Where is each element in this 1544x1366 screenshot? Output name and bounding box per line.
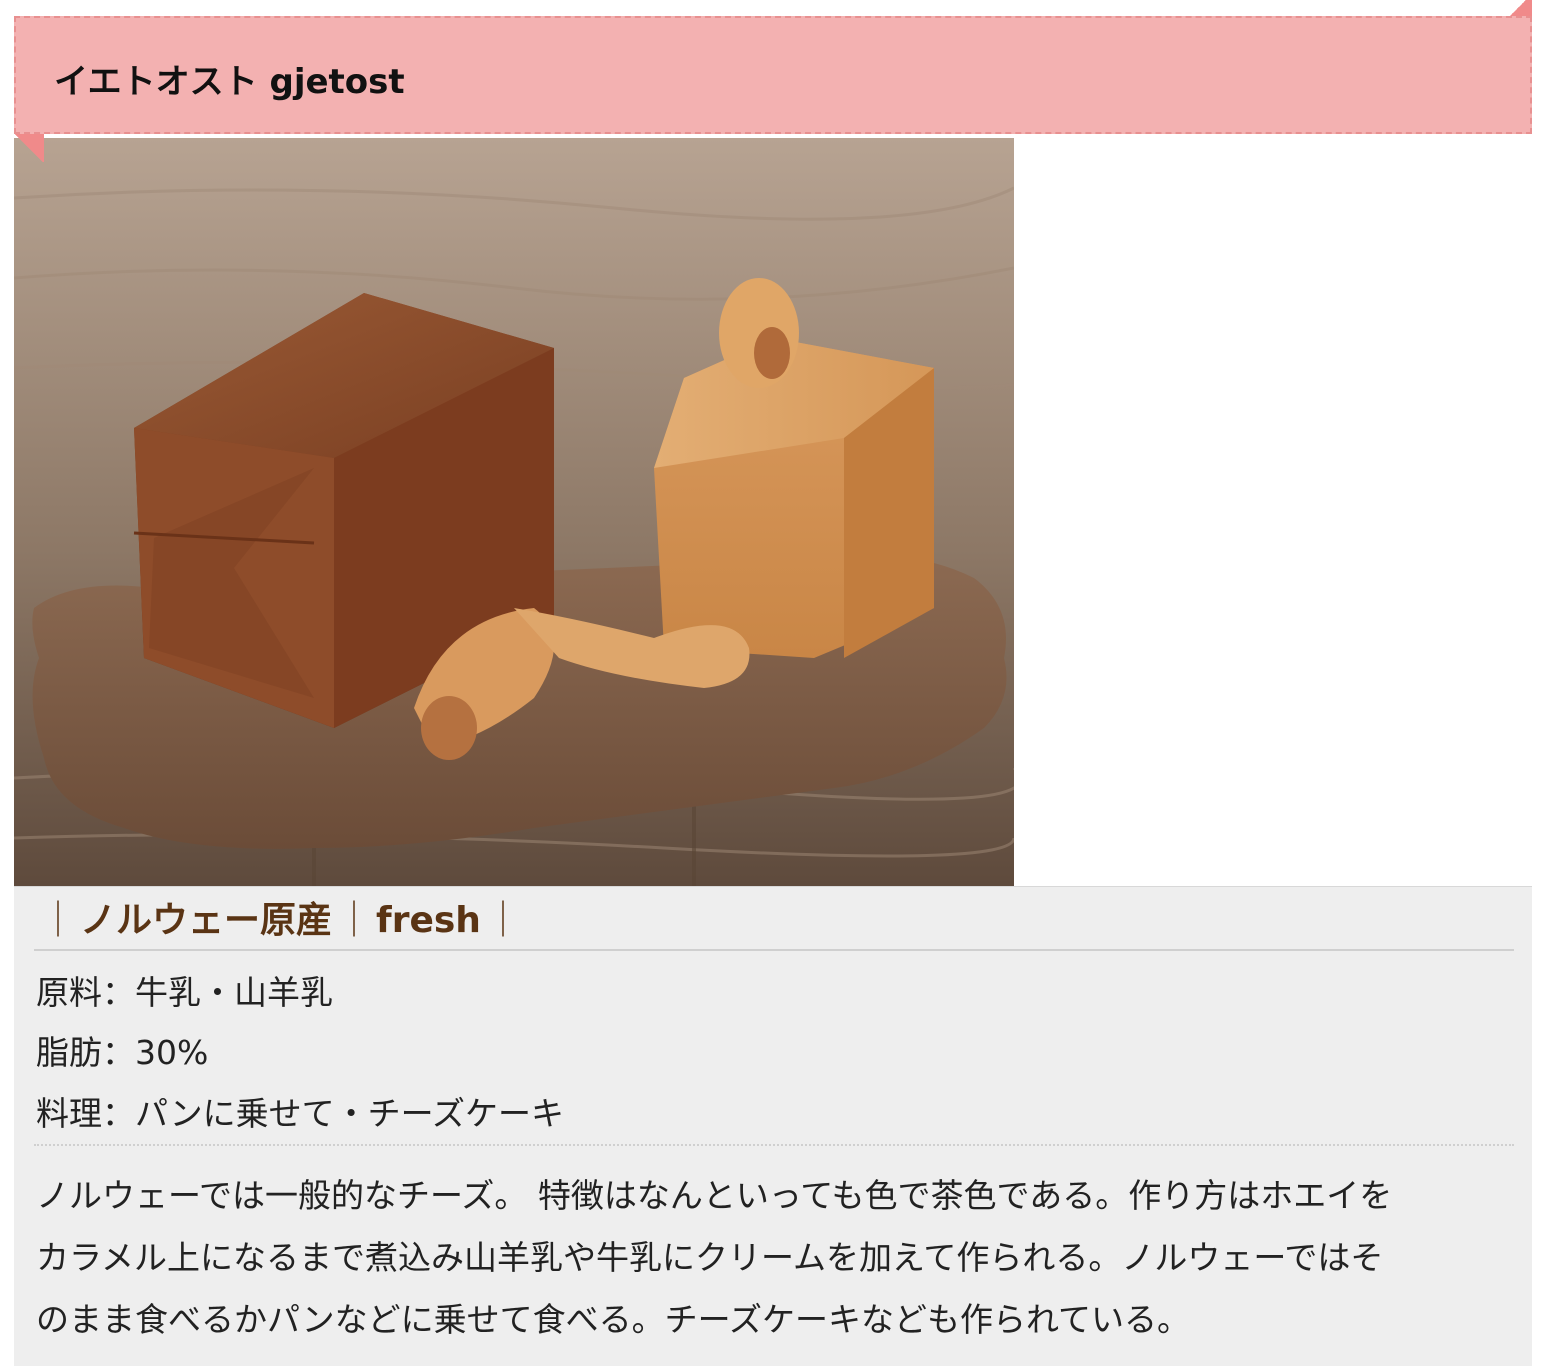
cheese-origin: ノルウェー原産	[80, 900, 333, 941]
cheese-tagline: ｜ノルウェー原産｜ fresh ｜	[36, 897, 525, 947]
spec-ingredients: 原料：牛乳・山羊乳	[36, 973, 333, 1012]
title-ribbon: イエトオスト gjetost	[14, 16, 1532, 134]
divider-dotted	[34, 1144, 1514, 1146]
cheese-photo-illustration	[14, 138, 1014, 886]
cheese-card: イエトオスト gjetost ｜ ノルウェー原産 ｜ fresh ｜ 原料：牛乳…	[0, 0, 1544, 1366]
cheese-description: ノルウェーでは一般的なチーズ。 特徴はなんといっても色で茶色である。作り方はホエ…	[36, 1165, 1516, 1351]
spec-fat: 脂肪：30%	[36, 1033, 209, 1072]
cheese-type: fresh	[376, 900, 481, 941]
cheese-photo	[14, 138, 1014, 886]
tagline-separator: ｜	[40, 900, 77, 941]
ribbon-fold-bottom-left	[14, 134, 44, 162]
description-line: のまま食べるかパンなどに乗せて食べる。チーズケーキなども作られている。	[36, 1300, 1191, 1339]
page-title: イエトオスト gjetost	[54, 62, 405, 102]
tagline-separator: ｜	[336, 900, 373, 941]
tagline-separator: ｜	[484, 900, 521, 941]
description-line: ノルウェーでは一般的なチーズ。 特徴はなんといっても色で茶色である。作り方はホエ…	[36, 1176, 1393, 1215]
divider	[34, 949, 1514, 951]
info-panel: ｜ノルウェー原産｜ fresh ｜ 原料：牛乳・山羊乳 脂肪：30% 料理：パンに乗…	[14, 886, 1532, 1366]
spec-dishes: 料理：パンに乗せて・チーズケーキ	[36, 1094, 564, 1133]
ribbon-fold-top-right	[1504, 0, 1532, 16]
description-line: カラメル上になるまで煮込み山羊乳や牛乳にクリームを加えて作られる。ノルウェーでは…	[36, 1238, 1384, 1277]
